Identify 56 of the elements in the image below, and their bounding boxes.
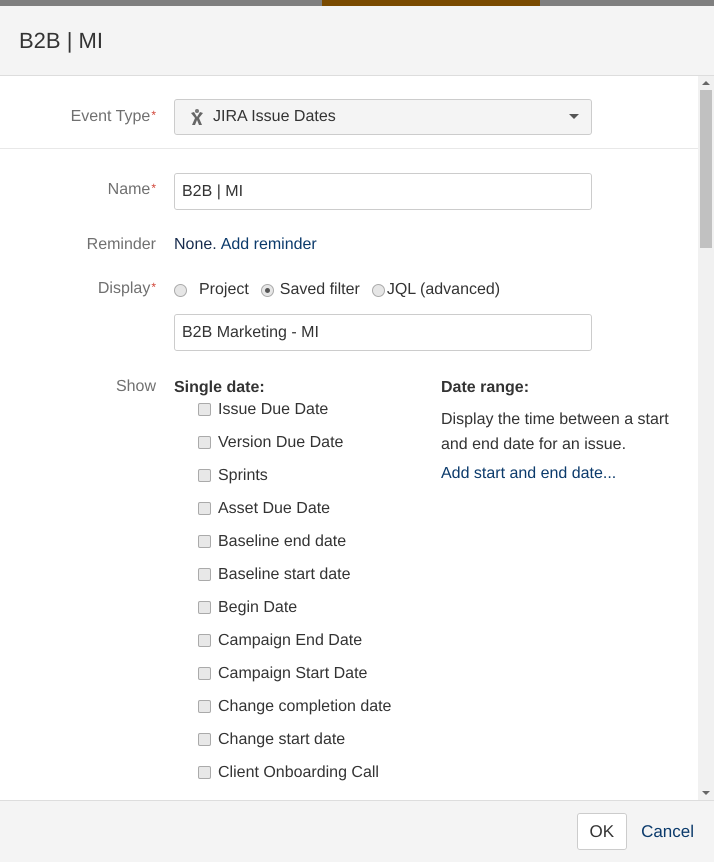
required-mark: *	[151, 181, 156, 195]
dialog-title: B2B | MI	[19, 28, 103, 54]
section-heading: Single date:	[174, 378, 266, 398]
checkbox-label[interactable]: Campaign Start Date	[218, 664, 368, 684]
checkbox[interactable]	[198, 568, 211, 581]
add-date-range-link[interactable]: Add start and end date...	[441, 465, 698, 483]
checkbox[interactable]	[198, 634, 211, 647]
scrollbar-thumb[interactable]	[700, 90, 712, 248]
checkbox[interactable]	[198, 667, 211, 680]
checkbox[interactable]	[198, 700, 211, 713]
add-reminder-link[interactable]: Add reminder	[220, 236, 317, 254]
radio-label[interactable]: Project	[199, 281, 249, 299]
checkbox-label[interactable]: Sprints	[218, 466, 268, 486]
checkbox[interactable]	[198, 766, 211, 779]
field-label: Name	[108, 181, 150, 198]
ok-button[interactable]: OK	[576, 813, 628, 850]
checkbox-label[interactable]: Client Onboarding Call	[218, 762, 379, 782]
scroll-down-icon[interactable]	[702, 791, 710, 795]
checkbox[interactable]	[198, 502, 211, 515]
radio-button[interactable]	[174, 284, 187, 296]
reminder-text: None.	[174, 236, 217, 254]
jira-icon	[189, 108, 205, 126]
checkbox-label[interactable]: Change start date	[218, 730, 346, 750]
checkbox[interactable]	[198, 469, 211, 482]
checkbox-label[interactable]: Asset Due Date	[218, 498, 330, 518]
checkbox[interactable]	[198, 601, 211, 614]
checkbox-label[interactable]: Baseline end date	[218, 532, 346, 552]
scrollbar[interactable]	[698, 76, 714, 800]
name-field[interactable]: B2B | MI	[174, 173, 592, 210]
scroll-up-icon[interactable]	[702, 81, 710, 85]
field-label: Display	[98, 280, 150, 297]
checkbox[interactable]	[198, 436, 211, 449]
caret-icon	[569, 114, 579, 120]
checkbox[interactable]	[198, 535, 211, 548]
radio-button[interactable]	[372, 284, 385, 296]
checkbox-label[interactable]: Change completion date	[218, 696, 392, 716]
checkbox-label[interactable]: Baseline start date	[218, 564, 351, 584]
radio-label[interactable]: JQL (advanced)	[386, 281, 500, 299]
field-label: Show	[116, 378, 156, 395]
checkbox-label[interactable]: Begin Date	[218, 598, 298, 618]
cancel-link[interactable]: Cancel	[641, 822, 694, 842]
required-mark: *	[151, 108, 156, 122]
checkbox[interactable]	[198, 403, 211, 416]
field-label: Event Type	[70, 108, 150, 125]
saved-filter-field[interactable]: B2B Marketing - MI	[174, 314, 592, 351]
radio-label[interactable]: Saved filter	[280, 281, 360, 299]
checkbox-label[interactable]: Issue Due Date	[218, 400, 328, 420]
event-type-dropdown[interactable]: JIRA Issue Dates	[174, 99, 592, 135]
checkbox-label[interactable]: Version Due Date	[218, 432, 344, 452]
required-mark: *	[151, 280, 156, 294]
radio-button[interactable]	[260, 284, 274, 296]
checkbox-label[interactable]: Campaign End Date	[218, 630, 362, 650]
checkbox[interactable]	[198, 733, 211, 746]
section-heading: Date range:	[441, 378, 530, 398]
field-label: Reminder	[86, 236, 156, 253]
description-text: Display the time between a start and end date for an issue.	[441, 410, 670, 455]
